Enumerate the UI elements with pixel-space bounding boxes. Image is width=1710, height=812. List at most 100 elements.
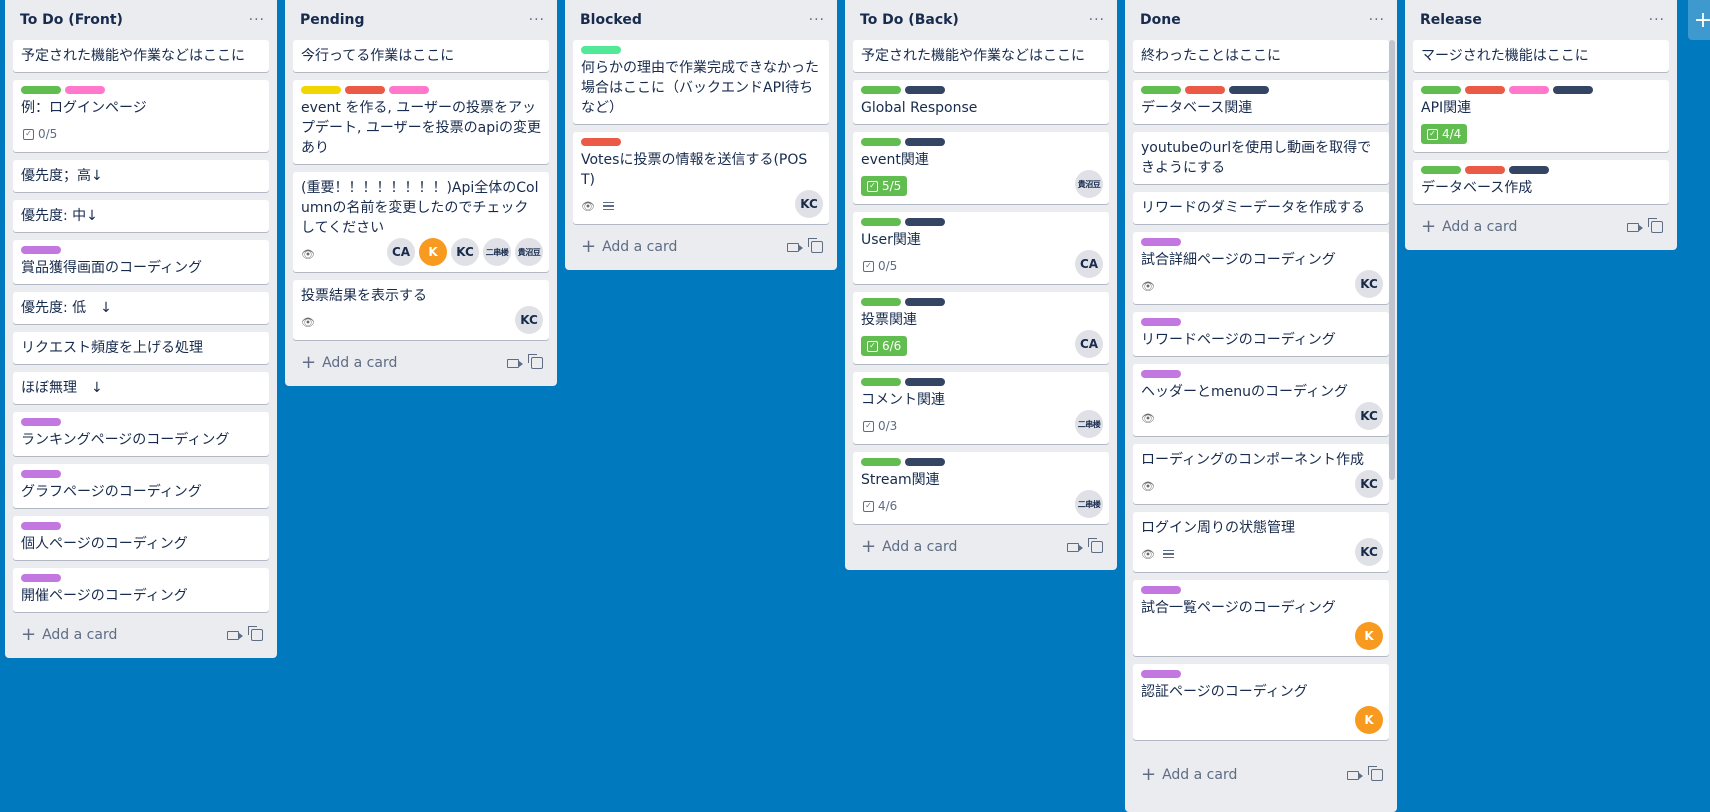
label-navy[interactable] xyxy=(905,378,945,386)
card[interactable]: Votesに投票の情報を送信する(POST) 👁 KC xyxy=(573,132,829,224)
label-purple[interactable] xyxy=(21,246,61,254)
list-title[interactable]: Done xyxy=(1140,12,1181,28)
avatar[interactable]: K xyxy=(1355,622,1383,650)
video-icon[interactable] xyxy=(227,630,243,640)
label-purple[interactable] xyxy=(21,522,61,530)
card[interactable]: 例：ログインページ ✓ 0/5 xyxy=(13,80,269,152)
add-list-button[interactable]: + xyxy=(1688,0,1710,40)
avatar[interactable]: 二串楼 xyxy=(1075,410,1103,438)
card[interactable]: 試合詳細ページのコーディング 👁 KC xyxy=(1133,232,1389,304)
label-navy[interactable] xyxy=(905,298,945,306)
add-card-button[interactable]: + Add a card xyxy=(1141,766,1237,784)
label-green[interactable] xyxy=(1421,166,1461,174)
add-card-button[interactable]: + Add a card xyxy=(301,354,397,372)
avatar[interactable]: 貴沼豆 xyxy=(1075,170,1103,198)
label-navy[interactable] xyxy=(1553,86,1593,94)
avatar[interactable]: KC xyxy=(515,306,543,334)
card[interactable]: 優先度；高↓ xyxy=(13,160,269,192)
add-card-button[interactable]: + Add a card xyxy=(581,238,677,256)
card[interactable]: コメント関連 ✓ 0/3 二串楼 xyxy=(853,372,1109,444)
label-lime[interactable] xyxy=(581,46,621,54)
label-purple[interactable] xyxy=(21,470,61,478)
video-icon[interactable] xyxy=(507,358,523,368)
template-icon[interactable] xyxy=(1368,766,1383,781)
avatar[interactable]: CA xyxy=(1075,330,1103,358)
label-green[interactable] xyxy=(861,138,901,146)
add-card-button[interactable]: + Add a card xyxy=(1421,218,1517,236)
list-menu-icon[interactable]: ··· xyxy=(249,12,265,28)
list-title[interactable]: To Do (Front) xyxy=(20,12,123,28)
avatar[interactable]: KC xyxy=(795,190,823,218)
card[interactable]: グラフページのコーディング xyxy=(13,464,269,508)
card[interactable]: 賞品獲得画面のコーディング xyxy=(13,240,269,284)
label-purple[interactable] xyxy=(21,574,61,582)
card[interactable]: User関連 ✓ 0/5 CA xyxy=(853,212,1109,284)
card[interactable]: リワードページのコーディング xyxy=(1133,312,1389,356)
card[interactable]: データベース作成 xyxy=(1413,160,1669,204)
label-purple[interactable] xyxy=(1141,238,1181,246)
video-icon[interactable] xyxy=(1627,222,1643,232)
label-navy[interactable] xyxy=(905,458,945,466)
avatar[interactable]: KC xyxy=(1355,470,1383,498)
template-icon[interactable] xyxy=(1648,218,1663,233)
list-menu-icon[interactable]: ··· xyxy=(1369,12,1385,28)
card[interactable]: API関連 ✓ 4/4 xyxy=(1413,80,1669,152)
avatar[interactable]: KC xyxy=(1355,402,1383,430)
list-menu-icon[interactable]: ··· xyxy=(1089,12,1105,28)
card[interactable]: ランキングページのコーディング xyxy=(13,412,269,456)
template-icon[interactable] xyxy=(1088,538,1103,553)
label-navy[interactable] xyxy=(1229,86,1269,94)
label-green[interactable] xyxy=(1141,86,1181,94)
card[interactable]: マージされた機能はここに xyxy=(1413,40,1669,72)
label-pink[interactable] xyxy=(1509,86,1549,94)
list-title[interactable]: To Do (Back) xyxy=(860,12,959,28)
avatar[interactable]: K xyxy=(419,238,447,266)
template-icon[interactable] xyxy=(808,238,823,253)
list-menu-icon[interactable]: ··· xyxy=(1649,12,1665,28)
avatar[interactable]: CA xyxy=(387,238,415,266)
list-title[interactable]: Release xyxy=(1420,12,1482,28)
card[interactable]: 予定された機能や作業などはここに xyxy=(13,40,269,72)
label-purple[interactable] xyxy=(21,418,61,426)
label-purple[interactable] xyxy=(1141,586,1181,594)
label-green[interactable] xyxy=(861,298,901,306)
card[interactable]: データベース関連 xyxy=(1133,80,1389,124)
label-green[interactable] xyxy=(861,458,901,466)
avatar[interactable]: K xyxy=(1355,706,1383,734)
label-green[interactable] xyxy=(861,86,901,94)
avatar[interactable]: 貴沼豆 xyxy=(515,238,543,266)
card[interactable]: 優先度: 中↓ xyxy=(13,200,269,232)
card[interactable]: youtubeのurlを使用し動画を取得できようにする xyxy=(1133,132,1389,184)
card[interactable]: 試合一覧ページのコーディング K xyxy=(1133,580,1389,656)
video-icon[interactable] xyxy=(1347,770,1363,780)
card[interactable]: 予定された機能や作業などはここに xyxy=(853,40,1109,72)
avatar[interactable]: KC xyxy=(1355,538,1383,566)
label-green[interactable] xyxy=(21,86,61,94)
list-menu-icon[interactable]: ··· xyxy=(809,12,825,28)
video-icon[interactable] xyxy=(1067,542,1083,552)
label-red[interactable] xyxy=(1465,166,1505,174)
card[interactable]: event を作る, ユーザーの投票をアップデート, ユーザーを投票のapiの変… xyxy=(293,80,549,164)
avatar[interactable]: 二串楼 xyxy=(483,238,511,266)
template-icon[interactable] xyxy=(248,626,263,641)
card[interactable]: 何らかの理由で作業完成できなかった場合はここに（バックエンドAPI待ちなど） xyxy=(573,40,829,124)
label-purple[interactable] xyxy=(1141,318,1181,326)
label-red[interactable] xyxy=(345,86,385,94)
template-icon[interactable] xyxy=(528,354,543,369)
card[interactable]: リクエスト頻度を上げる処理 xyxy=(13,332,269,364)
card[interactable]: 終わったことはここに xyxy=(1133,40,1389,72)
add-card-button[interactable]: + Add a card xyxy=(21,626,117,644)
card[interactable]: 個人ページのコーディング xyxy=(13,516,269,560)
label-purple[interactable] xyxy=(1141,670,1181,678)
label-navy[interactable] xyxy=(905,86,945,94)
label-purple[interactable] xyxy=(1141,370,1181,378)
card[interactable]: 認証ページのコーディング K xyxy=(1133,664,1389,740)
label-green[interactable] xyxy=(861,378,901,386)
card[interactable]: event関連 ✓ 5/5 貴沼豆 xyxy=(853,132,1109,204)
label-red[interactable] xyxy=(1465,86,1505,94)
card[interactable]: Global Response xyxy=(853,80,1109,124)
scrollbar[interactable] xyxy=(1389,40,1395,480)
add-card-button[interactable]: + Add a card xyxy=(861,538,957,556)
card[interactable]: 投票結果を表示する 👁 KC xyxy=(293,280,549,340)
card[interactable]: ヘッダーとmenuのコーディング 👁 KC xyxy=(1133,364,1389,436)
